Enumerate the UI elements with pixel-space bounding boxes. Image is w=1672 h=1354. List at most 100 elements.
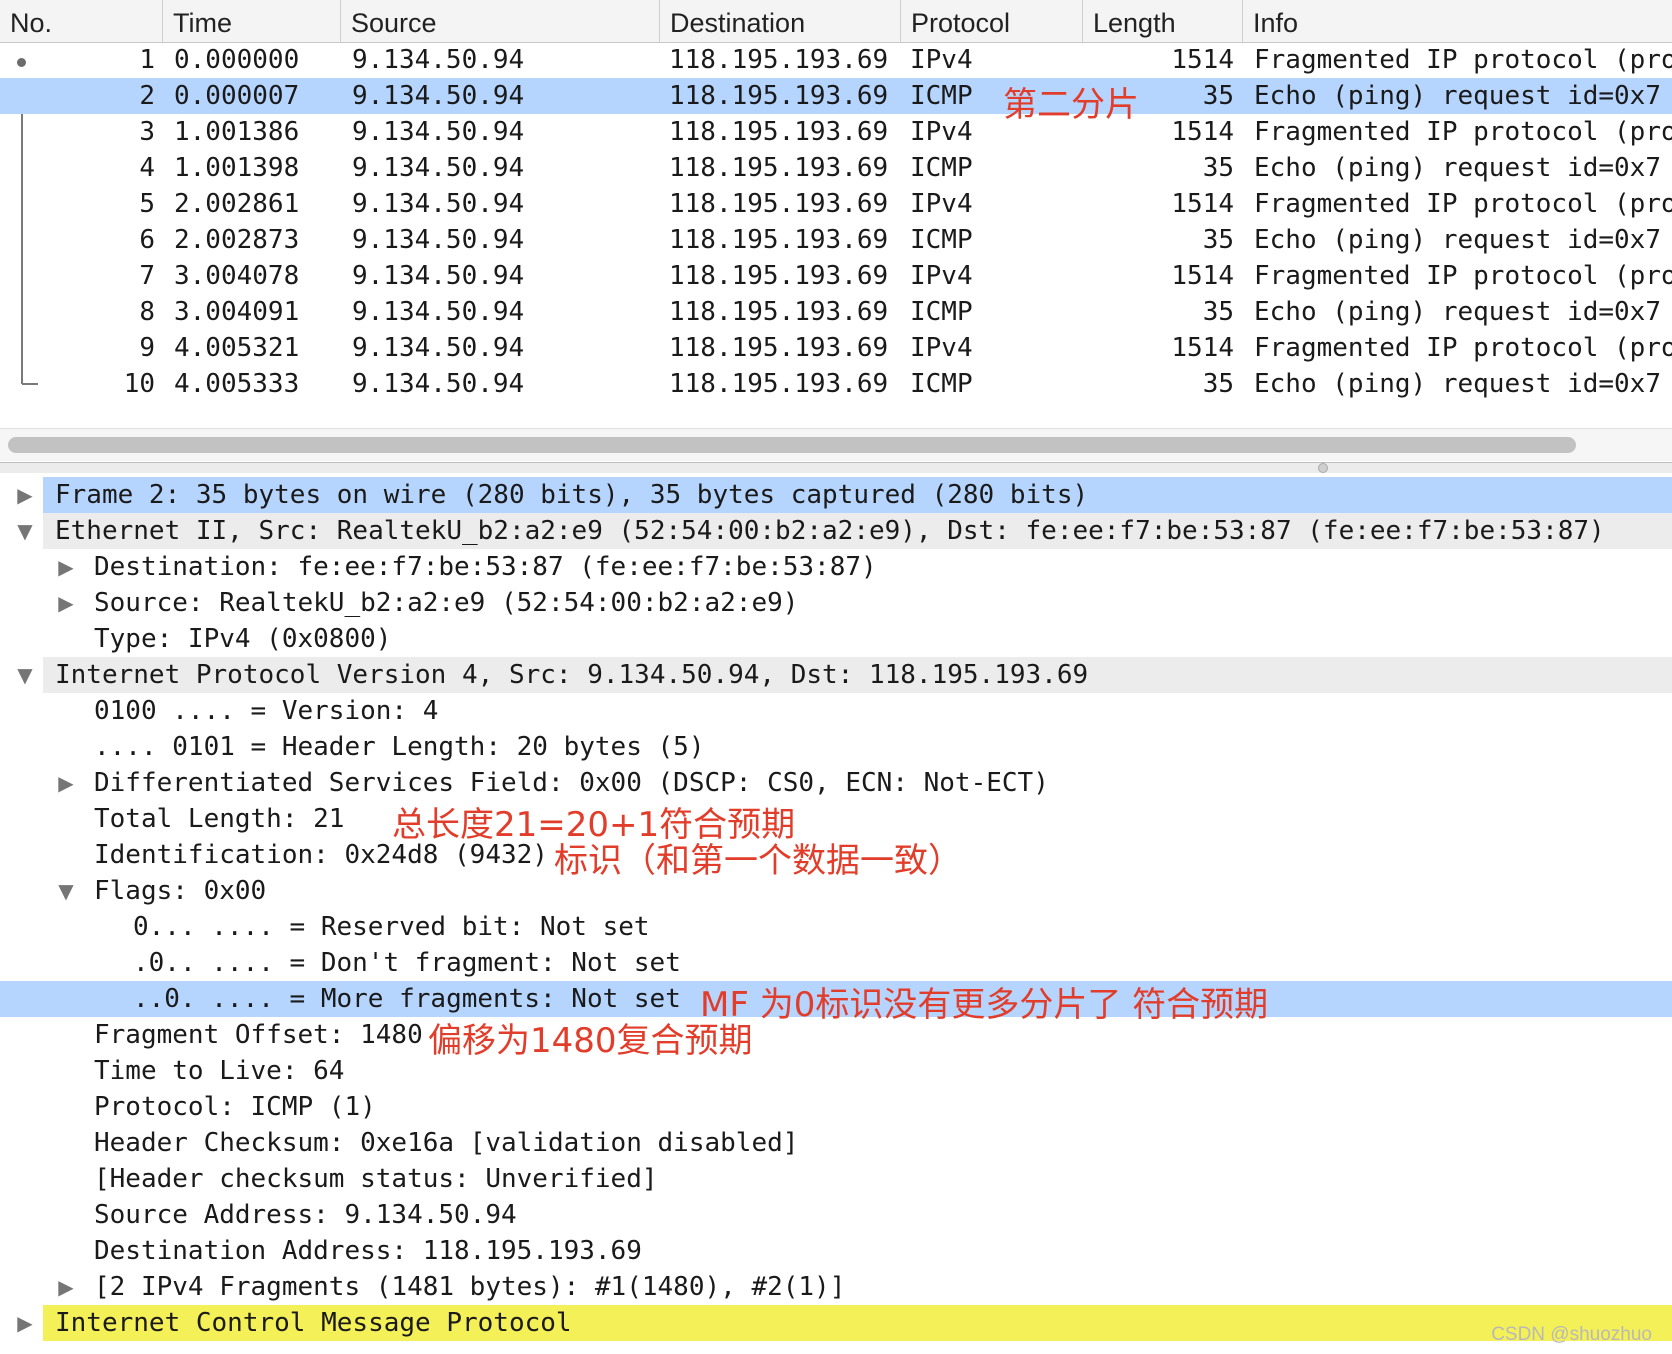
tree-item-ipv4[interactable]: ▼ Internet Protocol Version 4, Src: 9.13… — [0, 657, 1672, 693]
packet-time: 4.005333 — [174, 369, 300, 399]
column-header-protocol[interactable]: Protocol — [900, 0, 1082, 42]
packet-destination: 118.195.193.69 — [669, 297, 889, 327]
tree-item-header-checksum[interactable]: Header Checksum: 0xe16a [validation disa… — [0, 1125, 1672, 1161]
packet-number: 2 — [139, 81, 155, 111]
tree-item-eth-destination[interactable]: ▶ Destination: fe:ee:f7:be:53:87 (fe:ee:… — [0, 549, 1672, 585]
tree-item-label: [2 IPv4 Fragments (1481 bytes): #1(1480)… — [94, 1272, 846, 1302]
tree-item-ip-header-length[interactable]: .... 0101 = Header Length: 20 bytes (5) — [0, 729, 1672, 765]
tree-item-ttl[interactable]: Time to Live: 64 — [0, 1053, 1672, 1089]
collapse-arrow-icon[interactable]: ▼ — [55, 873, 77, 909]
collapse-arrow-icon[interactable]: ▼ — [14, 513, 36, 549]
packet-list-hscroll-thumb[interactable] — [8, 437, 1576, 453]
packet-protocol: ICMP — [910, 81, 973, 111]
packet-source: 9.134.50.94 — [352, 225, 525, 255]
expand-arrow-icon[interactable]: ▶ — [55, 549, 77, 585]
packet-time: 1.001386 — [174, 117, 300, 147]
tree-item-ipv4-fragments[interactable]: ▶ [2 IPv4 Fragments (1481 bytes): #1(148… — [0, 1269, 1672, 1305]
column-header-no[interactable]: No. — [0, 0, 162, 42]
packet-row[interactable]: 10 4.005333 9.134.50.94 118.195.193.69 ICMP 3… — [0, 366, 1672, 402]
tree-item-ip-version[interactable]: 0100 .... = Version: 4 — [0, 693, 1672, 729]
expand-arrow-icon[interactable]: ▶ — [55, 765, 77, 801]
tree-item-label: Source Address: 9.134.50.94 — [94, 1200, 517, 1230]
tree-item-ip-protocol[interactable]: Protocol: ICMP (1) — [0, 1089, 1672, 1125]
packet-source: 9.134.50.94 — [352, 297, 525, 327]
packet-info: Echo (ping) request id=0x7 — [1254, 297, 1661, 327]
tree-item-eth-type[interactable]: Type: IPv4 (0x0800) — [0, 621, 1672, 657]
packet-destination: 118.195.193.69 — [669, 333, 889, 363]
packet-protocol: ICMP — [910, 369, 973, 399]
tree-item-label: Destination: fe:ee:f7:be:53:87 (fe:ee:f7… — [94, 552, 877, 582]
column-header-source[interactable]: Source — [340, 0, 659, 42]
packet-list-hscrollbar[interactable] — [0, 428, 1672, 461]
packet-row[interactable]: 5 2.002861 9.134.50.94 118.195.193.69 IPv4 15… — [0, 186, 1672, 222]
packet-number: 10 — [123, 369, 155, 399]
packet-info: Fragmented IP protocol (proto=ICMP 1, of… — [1254, 261, 1672, 291]
packet-list-pane[interactable]: No. Time Source Destination Protocol Len… — [0, 0, 1672, 462]
tree-item-eth-source[interactable]: ▶ Source: RealtekU_b2:a2:e9 (52:54:00:b2… — [0, 585, 1672, 621]
tree-item-flag-reserved[interactable]: 0... .... = Reserved bit: Not set — [0, 909, 1672, 945]
packet-protocol: IPv4 — [910, 261, 973, 291]
packet-row[interactable]: 3 1.001386 9.134.50.94 118.195.193.69 IPv4 15… — [0, 114, 1672, 150]
expand-arrow-icon[interactable]: ▶ — [14, 477, 36, 513]
packet-number: 3 — [139, 117, 155, 147]
packet-row[interactable]: 4 1.001398 9.134.50.94 118.195.193.69 ICMP 35… — [0, 150, 1672, 186]
expand-arrow-icon[interactable]: ▶ — [14, 1305, 36, 1341]
packet-row[interactable]: 2 0.000007 9.134.50.94 118.195.193.69 ICMP 35… — [0, 78, 1672, 114]
tree-item-label: Ethernet II, Src: RealtekU_b2:a2:e9 (52:… — [55, 516, 1605, 546]
tree-item-ip-total-length[interactable]: Total Length: 21 — [0, 801, 1672, 837]
tree-item-label: .... 0101 = Header Length: 20 bytes (5) — [94, 732, 705, 762]
packet-details-pane[interactable]: ▶ Frame 2: 35 bytes on wire (280 bits), … — [0, 473, 1672, 1354]
packet-protocol: IPv4 — [910, 45, 973, 75]
packet-destination: 118.195.193.69 — [669, 225, 889, 255]
packet-length: 35 — [1202, 225, 1234, 255]
annotation-second-fragment: 第二分片 — [1003, 85, 1139, 125]
packet-protocol: IPv4 — [910, 333, 973, 363]
tree-item-label: Differentiated Services Field: 0x00 (DSC… — [94, 768, 1049, 798]
packet-time: 0.000000 — [174, 45, 300, 75]
tree-item-frame[interactable]: ▶ Frame 2: 35 bytes on wire (280 bits), … — [0, 477, 1672, 513]
tree-item-flag-dont-fragment[interactable]: .0.. .... = Don't fragment: Not set — [0, 945, 1672, 981]
tree-item-ip-dsfield[interactable]: ▶ Differentiated Services Field: 0x00 (D… — [0, 765, 1672, 801]
packet-number: 9 — [139, 333, 155, 363]
column-header-time[interactable]: Time — [162, 0, 340, 42]
packet-length: 1514 — [1171, 45, 1234, 75]
tree-item-ethernet[interactable]: ▼ Ethernet II, Src: RealtekU_b2:a2:e9 (5… — [0, 513, 1672, 549]
tree-item-checksum-status[interactable]: [Header checksum status: Unverified] — [0, 1161, 1672, 1197]
packet-row[interactable]: 1 0.000000 9.134.50.94 118.195.193.69 IPv4 15… — [0, 42, 1672, 78]
packet-destination: 118.195.193.69 — [669, 45, 889, 75]
packet-protocol: IPv4 — [910, 117, 973, 147]
tree-item-label: Frame 2: 35 bytes on wire (280 bits), 35… — [55, 480, 1089, 510]
packet-info: Echo (ping) request id=0x7 — [1254, 369, 1661, 399]
packet-time: 4.005321 — [174, 333, 300, 363]
packet-row[interactable]: 7 3.004078 9.134.50.94 118.195.193.69 IPv4 15… — [0, 258, 1672, 294]
packet-info: Echo (ping) request id=0x7 — [1254, 225, 1661, 255]
packet-source: 9.134.50.94 — [352, 153, 525, 183]
packet-source: 9.134.50.94 — [352, 189, 525, 219]
tree-item-ip-flags[interactable]: ▼ Flags: 0x00 — [0, 873, 1672, 909]
tree-item-destination-address[interactable]: Destination Address: 118.195.193.69 — [0, 1233, 1672, 1269]
packet-length: 1514 — [1171, 189, 1234, 219]
expand-arrow-icon[interactable]: ▶ — [55, 585, 77, 621]
tree-item-label: 0100 .... = Version: 4 — [94, 696, 439, 726]
packet-destination: 118.195.193.69 — [669, 189, 889, 219]
collapse-arrow-icon[interactable]: ▼ — [14, 657, 36, 693]
splitter-handle-icon[interactable] — [1318, 463, 1328, 473]
tree-item-source-address[interactable]: Source Address: 9.134.50.94 — [0, 1197, 1672, 1233]
watermark: CSDN @shuozhuo — [1491, 1324, 1652, 1345]
packet-row[interactable]: 6 2.002873 9.134.50.94 118.195.193.69 ICMP 35… — [0, 222, 1672, 258]
packet-time: 1.001398 — [174, 153, 300, 183]
tree-item-fragment-offset[interactable]: Fragment Offset: 1480 — [0, 1017, 1672, 1053]
packet-info: Fragmented IP protocol (proto=ICMP 1, of… — [1254, 189, 1672, 219]
packet-row[interactable]: 9 4.005321 9.134.50.94 118.195.193.69 IPv4 15… — [0, 330, 1672, 366]
packet-info: Echo (ping) request id=0x7 — [1254, 81, 1661, 111]
packet-list-header: No. Time Source Destination Protocol Len… — [0, 0, 1672, 43]
packet-row[interactable]: 8 3.004091 9.134.50.94 118.195.193.69 ICMP 35… — [0, 294, 1672, 330]
packet-protocol: ICMP — [910, 153, 973, 183]
packet-info: Echo (ping) request id=0x7 — [1254, 153, 1661, 183]
tree-item-label: [Header checksum status: Unverified] — [94, 1164, 658, 1194]
expand-arrow-icon[interactable]: ▶ — [55, 1269, 77, 1305]
column-header-length[interactable]: Length — [1082, 0, 1242, 42]
tree-item-icmp[interactable]: ▶ Internet Control Message Protocol — [0, 1305, 1672, 1341]
column-header-info[interactable]: Info — [1242, 0, 1672, 42]
column-header-destination[interactable]: Destination — [659, 0, 900, 42]
